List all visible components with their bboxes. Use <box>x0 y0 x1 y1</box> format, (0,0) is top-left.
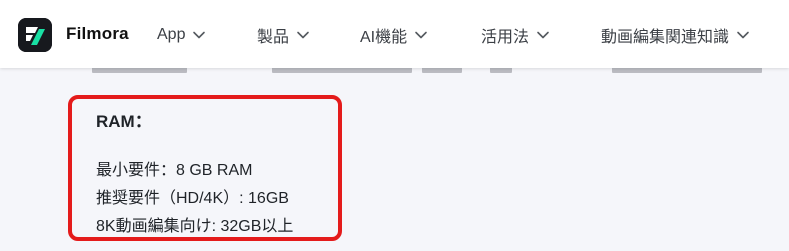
top-navigation-bar: Filmora App 製品 AI機能 活用法 動画編集関連知識 <box>0 0 789 68</box>
chevron-down-icon <box>536 28 550 42</box>
nav-item-app[interactable]: App <box>157 24 206 46</box>
chevron-down-icon <box>414 28 428 42</box>
brand-name[interactable]: Filmora <box>66 24 129 44</box>
nav-item-label: AI機能 <box>360 29 408 46</box>
nav-item-products[interactable]: 製品 <box>257 24 310 46</box>
filmora-logo-icon[interactable] <box>18 18 52 52</box>
nav-item-video-editing-knowledge[interactable]: 動画編集関連知識 <box>601 24 750 46</box>
chevron-down-icon <box>192 28 206 42</box>
article-content: RAM： 最小要件：8 GB RAM 推奨要件（HD/4K）: 16GB 8K動… <box>0 68 789 251</box>
nav-item-ai-features[interactable]: AI機能 <box>360 24 428 46</box>
nav-item-label: 活用法 <box>481 29 530 46</box>
spec-minimum: 最小要件：8 GB RAM <box>96 162 253 179</box>
ram-heading: RAM： <box>96 112 152 131</box>
chevron-down-icon <box>296 28 310 42</box>
nav-item-label: App <box>157 26 186 43</box>
chevron-down-icon <box>736 28 750 42</box>
nav-item-label: 製品 <box>257 29 290 46</box>
spec-recommended: 推奨要件（HD/4K）: 16GB <box>96 190 289 207</box>
nav-item-label: 動画編集関連知識 <box>601 29 730 46</box>
spec-8k-editing: 8K動画編集向け: 32GB以上 <box>96 218 294 235</box>
nav-item-how-to[interactable]: 活用法 <box>481 24 550 46</box>
clipped-text-line <box>92 68 772 73</box>
